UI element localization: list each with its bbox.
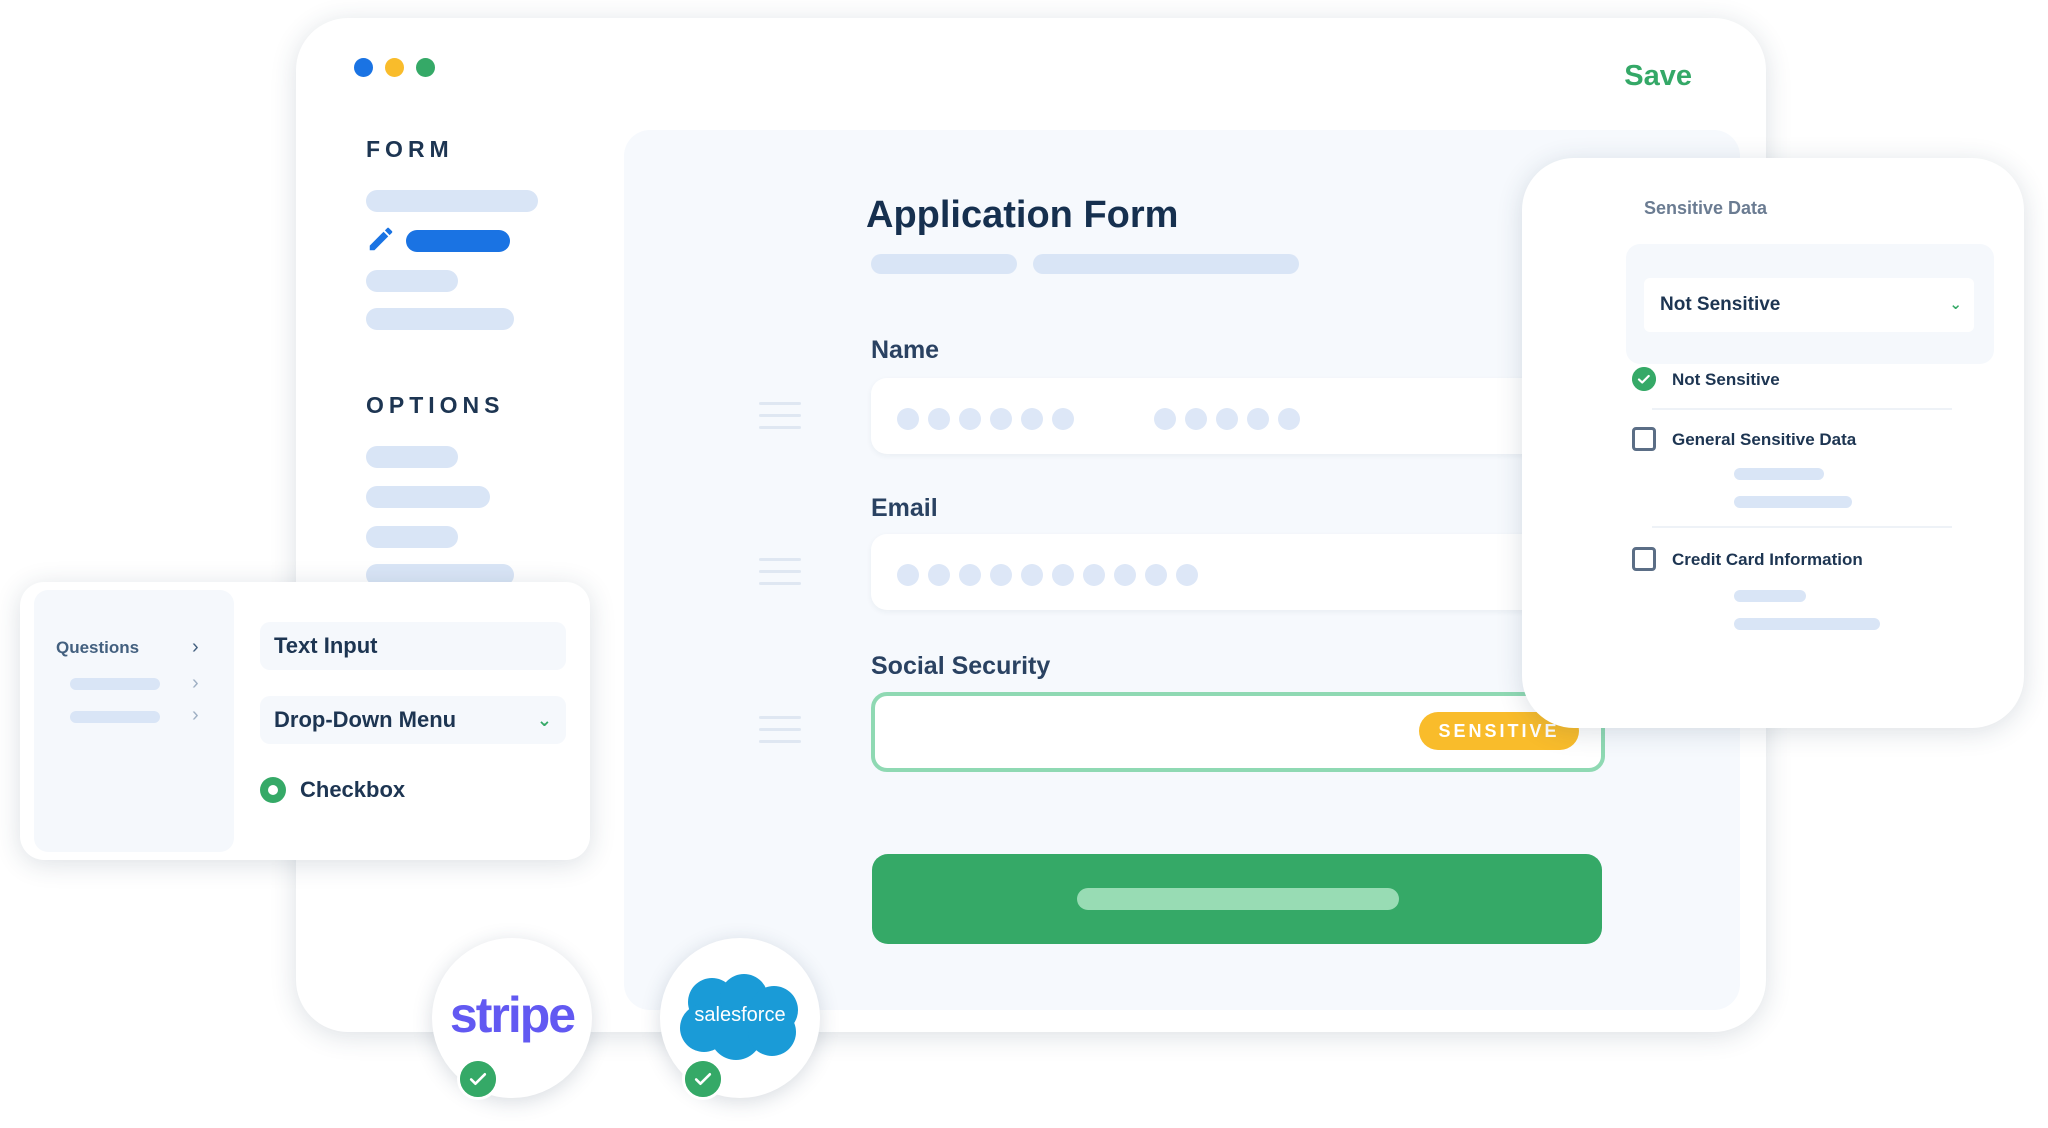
social-security-field[interactable]: SENSITIVE — [871, 692, 1605, 772]
window-dot-yellow[interactable] — [385, 58, 404, 77]
stripe-integration[interactable]: stripe — [432, 938, 592, 1100]
social-security-label: Social Security — [871, 652, 1051, 680]
drag-handle-icon[interactable] — [759, 716, 801, 752]
checkbox-icon[interactable] — [1632, 427, 1656, 451]
radio-selected-icon — [260, 777, 286, 803]
email-field[interactable] — [871, 534, 1571, 610]
sensitivity-select[interactable]: Not Sensitive ⌄ — [1644, 278, 1974, 332]
sensitivity-select-value: Not Sensitive — [1660, 294, 1781, 315]
option-item-placeholder[interactable] — [366, 486, 490, 508]
masked-value — [897, 564, 1198, 586]
window-controls — [354, 58, 435, 77]
dropdown-option[interactable]: Drop-Down Menu ⌄ — [260, 696, 566, 744]
option-item-placeholder[interactable] — [366, 446, 458, 468]
pencil-icon — [369, 227, 393, 251]
questions-nav-placeholder[interactable] — [70, 711, 160, 723]
text-input-option[interactable]: Text Input — [260, 622, 566, 670]
drag-handle-icon[interactable] — [759, 558, 801, 594]
chevron-right-icon[interactable]: › — [192, 704, 199, 727]
sidebar-item-placeholder[interactable] — [366, 308, 514, 330]
chevron-down-icon: ⌄ — [1949, 296, 1962, 313]
check-circle-icon — [1632, 367, 1656, 391]
questions-panel: Questions › › › Text Input Drop-Down Men… — [20, 582, 590, 860]
window-dot-blue[interactable] — [354, 58, 373, 77]
chevron-right-icon[interactable]: › — [192, 636, 199, 659]
option-description-placeholder — [1734, 468, 1824, 480]
window-dot-green[interactable] — [416, 58, 435, 77]
salesforce-integration[interactable]: salesforce — [660, 938, 820, 1100]
sidebar-item-placeholder[interactable] — [366, 270, 458, 292]
option-description-placeholder — [1734, 496, 1852, 508]
checkbox-icon[interactable] — [1632, 547, 1656, 571]
drag-handle-icon[interactable] — [759, 402, 801, 438]
divider — [1652, 408, 1952, 410]
checkbox-option-label: Checkbox — [300, 777, 406, 802]
questions-nav-item[interactable]: Questions — [56, 638, 139, 658]
option-general-sensitive[interactable]: General Sensitive Data — [1632, 427, 1857, 451]
submit-label-placeholder — [1077, 888, 1399, 910]
form-subtitle-placeholder — [871, 254, 1017, 274]
sensitive-data-title: Sensitive Data — [1644, 198, 1768, 218]
chevron-right-icon[interactable]: › — [192, 672, 199, 695]
option-not-sensitive[interactable]: Not Sensitive — [1632, 367, 1780, 391]
sidebar-item-active[interactable] — [406, 230, 510, 252]
name-label: Name — [871, 336, 940, 364]
form-section-title: FORM — [366, 136, 454, 162]
divider — [1652, 526, 1952, 528]
stripe-logo: stripe — [449, 987, 576, 1043]
option-description-placeholder — [1734, 618, 1880, 630]
name-field[interactable] — [871, 378, 1571, 454]
sidebar-item-placeholder[interactable] — [366, 190, 538, 212]
option-item-placeholder[interactable] — [366, 526, 458, 548]
save-button[interactable]: Save — [1624, 60, 1692, 93]
options-section-title: OPTIONS — [366, 392, 505, 418]
option-label: Not Sensitive — [1672, 370, 1780, 389]
dropdown-option-label: Drop-Down Menu — [274, 707, 457, 732]
sensitive-data-panel: Sensitive Data Not Sensitive ⌄ Not Sensi… — [1522, 158, 2024, 728]
salesforce-logo-text: salesforce — [694, 1004, 786, 1026]
form-subtitle-placeholder — [1033, 254, 1299, 274]
form-title: Application Form — [866, 194, 1179, 236]
check-circle-icon — [457, 1058, 499, 1100]
chevron-down-icon: ⌄ — [536, 710, 552, 730]
option-description-placeholder — [1734, 590, 1806, 602]
questions-nav-placeholder[interactable] — [70, 678, 160, 690]
check-circle-icon — [682, 1058, 724, 1100]
masked-value — [897, 408, 1300, 430]
option-label: General Sensitive Data — [1672, 430, 1857, 449]
email-label: Email — [871, 494, 938, 522]
option-label: Credit Card Information — [1672, 550, 1863, 569]
option-credit-card[interactable]: Credit Card Information — [1632, 547, 1863, 571]
submit-button[interactable] — [872, 854, 1602, 944]
